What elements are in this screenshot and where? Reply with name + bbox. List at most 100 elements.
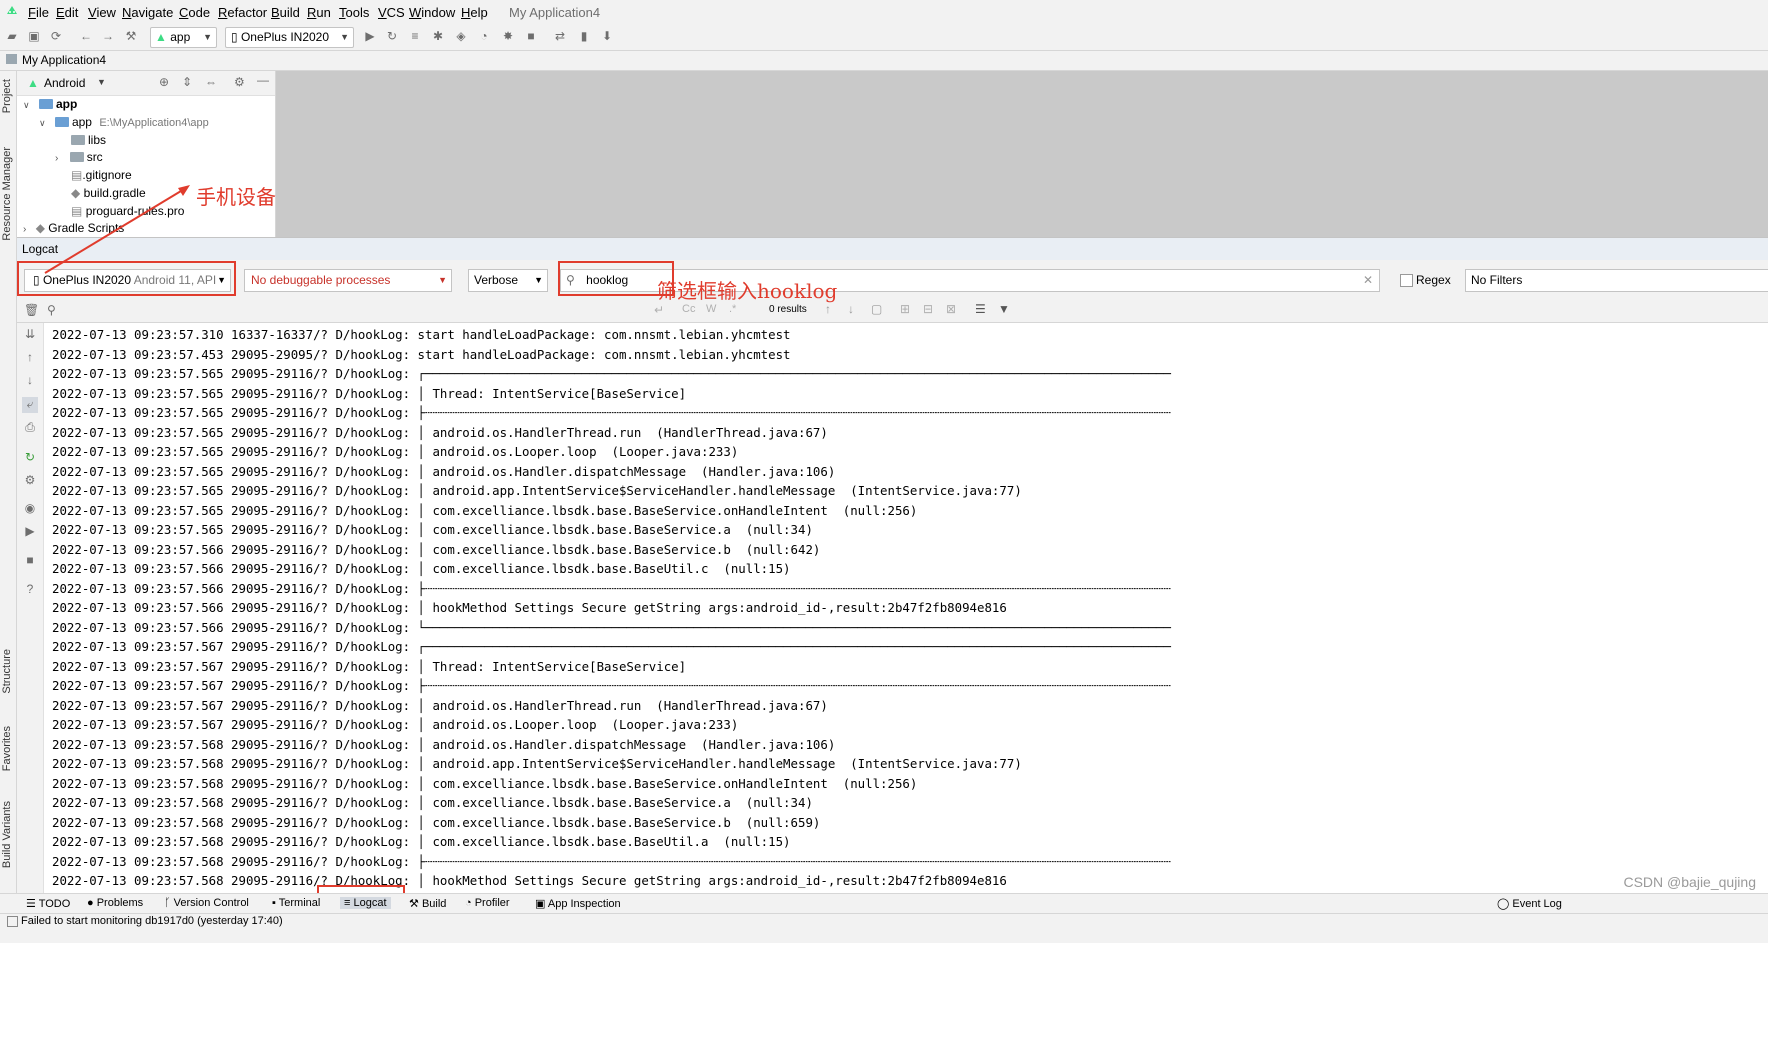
tab-todo[interactable]: ☰ TODO: [26, 897, 70, 910]
log-line: 2022-07-13 09:23:57.568 29095-29116/? D/…: [52, 853, 1171, 869]
tab-build[interactable]: ⚒ Build: [409, 897, 446, 910]
gear-icon[interactable]: ⚙: [234, 75, 245, 89]
match-case-icon[interactable]: Cc: [682, 303, 695, 315]
menu-refactor[interactable]: Refactor: [218, 5, 267, 20]
tree-node-app-folder[interactable]: ∨ app E:\MyApplication4\app: [39, 114, 209, 131]
locate-icon[interactable]: ⊕: [159, 75, 169, 89]
stop-icon[interactable]: ■: [22, 553, 38, 569]
add-occurrence-icon[interactable]: ⊞: [900, 302, 910, 316]
sync-icon[interactable]: ⟳: [49, 29, 63, 43]
remove-occurrence-icon[interactable]: ⊟: [923, 302, 933, 316]
menu-vcs[interactable]: VCS: [378, 5, 405, 20]
tab-problems[interactable]: ● Problems: [87, 897, 143, 909]
menu-file[interactable]: File: [28, 5, 49, 20]
gradle-sync-icon[interactable]: ⇄: [553, 29, 567, 43]
forward-icon[interactable]: →: [101, 29, 115, 43]
tab-terminal[interactable]: ▪ Terminal: [272, 897, 320, 909]
profile-icon[interactable]: ◔: [477, 29, 491, 43]
apply-changes-icon[interactable]: ↻: [385, 29, 399, 43]
coverage-icon[interactable]: ◈: [454, 29, 468, 43]
save-icon[interactable]: ▣: [27, 29, 41, 43]
tab-app-inspection[interactable]: ▣ App Inspection: [535, 897, 621, 910]
logcat-process-select[interactable]: No debuggable processes ▼: [244, 269, 452, 292]
screenshot-icon[interactable]: ◉: [22, 501, 38, 517]
expand-all-icon[interactable]: ⇕: [182, 75, 192, 89]
search-icon[interactable]: ⚲: [47, 303, 56, 317]
logcat-filters-select[interactable]: No Filters: [1465, 269, 1768, 292]
avd-manager-icon[interactable]: ▮: [577, 29, 591, 43]
select-all-icon[interactable]: ▢: [871, 302, 882, 316]
log-line: 2022-07-13 09:23:57.567 29095-29116/? D/…: [52, 658, 687, 674]
tree-node-libs[interactable]: libs: [71, 132, 106, 149]
tab-profiler[interactable]: ◔ Profiler: [465, 897, 510, 909]
menu-view[interactable]: View: [88, 5, 116, 20]
menu-navigate[interactable]: Navigate: [122, 5, 173, 20]
attach-debugger-icon[interactable]: ✸: [501, 29, 515, 43]
soft-wrap-icon[interactable]: ⤶: [22, 397, 38, 413]
minimize-icon[interactable]: —: [257, 73, 269, 87]
logcat-level-select[interactable]: Verbose ▼: [468, 269, 548, 292]
back-icon[interactable]: ←: [79, 29, 93, 43]
editor-area: [276, 71, 1768, 237]
apply-code-changes-icon[interactable]: ≡: [408, 29, 422, 43]
left-tool-strip: Project Resource Manager Structure Favor…: [0, 71, 17, 893]
profiler-icon: ◔: [465, 897, 472, 909]
make-project-icon[interactable]: ⚒: [124, 29, 138, 43]
menu-code[interactable]: Code: [179, 5, 210, 20]
resource-manager-tool-tab[interactable]: Resource Manager: [1, 147, 13, 241]
tab-logcat[interactable]: ≡ Logcat: [340, 897, 391, 909]
down-stack-icon[interactable]: ↓: [22, 373, 38, 389]
tree-node-src[interactable]: › src: [55, 149, 103, 166]
arrow-down-icon[interactable]: ↓: [848, 302, 854, 316]
run-config-select[interactable]: ▲ app ▼: [150, 27, 217, 48]
chevron-down-icon[interactable]: ▼: [97, 77, 106, 87]
project-folder-icon: [6, 54, 17, 64]
select-all-occurrences-icon[interactable]: ⊠: [946, 302, 956, 316]
device-select[interactable]: ▯ OnePlus IN2020 ▼: [225, 27, 354, 48]
stop-icon[interactable]: ■: [524, 29, 538, 43]
build-variants-tool-tab[interactable]: Build Variants: [1, 801, 13, 868]
menu-window[interactable]: Window: [409, 5, 455, 20]
restart-icon[interactable]: ↻: [22, 450, 38, 466]
trash-icon[interactable]: 🗑: [24, 303, 39, 317]
status-bar: Failed to start monitoring db1917d0 (yes…: [0, 913, 1768, 943]
clear-icon[interactable]: ✕: [1363, 270, 1373, 291]
format-icon[interactable]: ☰: [975, 302, 986, 316]
favorites-tool-tab[interactable]: Favorites: [1, 726, 13, 771]
debug-icon[interactable]: ✱: [431, 29, 445, 43]
menu-bar: File Edit View Navigate Code Refactor Bu…: [0, 0, 1768, 24]
open-folder-icon[interactable]: ▰: [5, 29, 19, 43]
chevron-down-icon: ▼: [438, 275, 447, 285]
menu-run[interactable]: Run: [307, 5, 331, 20]
run-config-label: app: [170, 30, 191, 44]
gear-icon[interactable]: ⚙: [22, 473, 38, 489]
arrow-up-icon[interactable]: ↑: [825, 302, 831, 316]
whole-words-icon[interactable]: W: [706, 303, 716, 315]
filter-icon[interactable]: ▼: [998, 302, 1010, 316]
structure-tool-tab[interactable]: Structure: [1, 649, 13, 694]
logcat-header: Logcat: [17, 237, 1768, 261]
print-icon[interactable]: ⎙: [22, 420, 38, 436]
regex-icon[interactable]: .*: [729, 303, 736, 315]
regex-checkbox[interactable]: [1400, 274, 1413, 287]
tree-node-app-module[interactable]: ∨ app: [23, 96, 77, 113]
tab-event-log[interactable]: ◯ Event Log: [1497, 897, 1562, 910]
menu-tools[interactable]: Tools: [339, 5, 369, 20]
scroll-to-end-icon[interactable]: ⇊: [22, 327, 38, 343]
project-view-select[interactable]: Android: [44, 76, 85, 90]
logcat-output[interactable]: 2022-07-13 09:23:57.310 16337-16337/? D/…: [44, 323, 1768, 893]
run-icon[interactable]: ▶: [363, 29, 377, 43]
menu-help[interactable]: Help: [461, 5, 488, 20]
menu-build[interactable]: Build: [271, 5, 300, 20]
collapse-all-icon[interactable]: ⇔: [205, 75, 217, 89]
project-tool-tab[interactable]: Project: [1, 79, 13, 113]
new-line-icon[interactable]: ↵: [654, 303, 664, 317]
screen-record-icon[interactable]: ▶: [22, 524, 38, 540]
breadcrumb[interactable]: My Application4: [22, 53, 106, 67]
module-icon: [38, 99, 53, 109]
tab-version-control[interactable]: ᚴ Version Control: [164, 897, 249, 909]
up-stack-icon[interactable]: ↑: [22, 350, 38, 366]
help-icon[interactable]: ?: [22, 582, 38, 598]
sdk-manager-icon[interactable]: ⬇: [600, 29, 614, 43]
menu-edit[interactable]: Edit: [56, 5, 78, 20]
